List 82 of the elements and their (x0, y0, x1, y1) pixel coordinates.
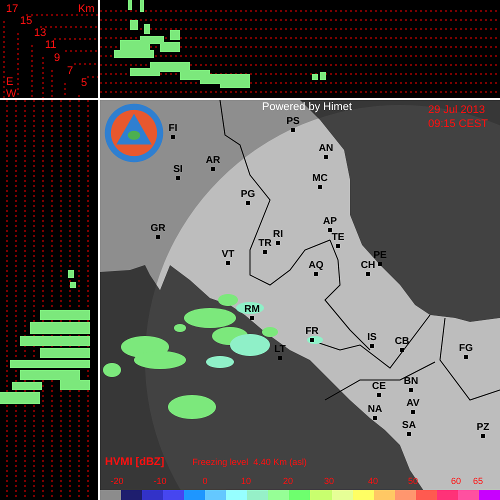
city-label: IS (367, 333, 377, 343)
city-marker-icon (226, 261, 230, 265)
legend-tick-label: 10 (240, 476, 252, 486)
city-label: PS (286, 117, 300, 127)
city-marker-icon (400, 348, 404, 352)
city-marker-icon (377, 393, 381, 397)
axis-letter: W (6, 88, 16, 98)
city-marker-icon (276, 241, 280, 245)
height-label: 5 (81, 77, 88, 89)
city-label: PG (240, 190, 256, 200)
city-marker-icon (366, 272, 370, 276)
city-label: AN (318, 144, 334, 154)
emblem-icon (104, 103, 164, 163)
city-marker-icon (378, 262, 382, 266)
city-label: TE (332, 233, 344, 243)
city-label: SA (402, 421, 416, 431)
legend-tick-label: -10 (152, 476, 168, 486)
date-text: 29 Jul 2013 (428, 104, 486, 116)
height-label: 7 (67, 65, 74, 77)
city-label: RI (273, 230, 283, 240)
product-label: HVMI [dBZ] (105, 456, 164, 468)
city-marker-icon (409, 388, 413, 392)
city-label: FG (459, 344, 473, 354)
city-label: VT (222, 250, 234, 260)
city-marker-icon (314, 272, 318, 276)
city-label: AP (323, 217, 337, 227)
city-marker-icon (324, 155, 328, 159)
city-marker-icon (407, 432, 411, 436)
city-label: PE (373, 251, 387, 261)
legend-tick-label: 40 (366, 476, 379, 486)
city-marker-icon (278, 356, 282, 360)
city-marker-icon (156, 235, 160, 239)
city-label: PZ (476, 423, 490, 433)
height-label: 17 (6, 3, 18, 15)
city-marker-icon (246, 201, 250, 205)
city-label: CE (372, 382, 386, 392)
city-label: FI (168, 124, 178, 134)
city-marker-icon (291, 128, 295, 132)
city-marker-icon (373, 416, 377, 420)
city-marker-icon (211, 167, 215, 171)
legend-tick-label: 0 (201, 476, 208, 486)
city-marker-icon (481, 434, 485, 438)
legend-tick-label: 20 (282, 476, 294, 486)
city-label: AR (206, 156, 220, 166)
city-marker-icon (318, 185, 322, 189)
city-label: FR (305, 327, 319, 337)
legend-tick-label: 50 (406, 476, 419, 486)
city-label: CH (360, 261, 376, 271)
city-label: BN (404, 377, 418, 387)
credit-text: Powered by Himet (262, 101, 352, 113)
city-label: AQ (308, 261, 324, 271)
city-marker-icon (171, 135, 175, 139)
city-marker-icon (464, 355, 468, 359)
city-marker-icon (336, 244, 340, 248)
city-marker-icon (328, 228, 332, 232)
axis-letter: E (6, 76, 14, 88)
freezing-level-text: Freezing level 4.40 Km (asl) (192, 457, 307, 467)
legend-tick-label: -20 (109, 476, 124, 486)
height-label: 15 (20, 15, 32, 27)
city-label: GR (150, 224, 166, 234)
city-marker-icon (411, 410, 415, 414)
city-label: NA (368, 405, 382, 415)
city-marker-icon (250, 316, 254, 320)
city-marker-icon (263, 250, 267, 254)
legend-tick-label: 65 (472, 476, 484, 486)
city-label: CB (394, 337, 410, 347)
city-marker-icon (370, 344, 374, 348)
legend-tick-label: 30 (322, 476, 335, 486)
city-label: AV (406, 399, 420, 409)
height-label: 9 (54, 52, 60, 64)
city-label: SI (173, 165, 183, 175)
city-label: TR (258, 239, 272, 249)
unit-label: Km (78, 3, 94, 15)
city-marker-icon (310, 338, 314, 342)
height-label: 13 (34, 27, 46, 39)
legend-tick-label: 60 (450, 476, 462, 486)
height-label: 11 (45, 39, 56, 51)
city-marker-icon (176, 176, 180, 180)
time-text: 09:15 CEST (428, 118, 488, 130)
city-label: LT (274, 345, 286, 355)
city-label: MC (312, 174, 328, 184)
city-label: RM (244, 305, 260, 315)
